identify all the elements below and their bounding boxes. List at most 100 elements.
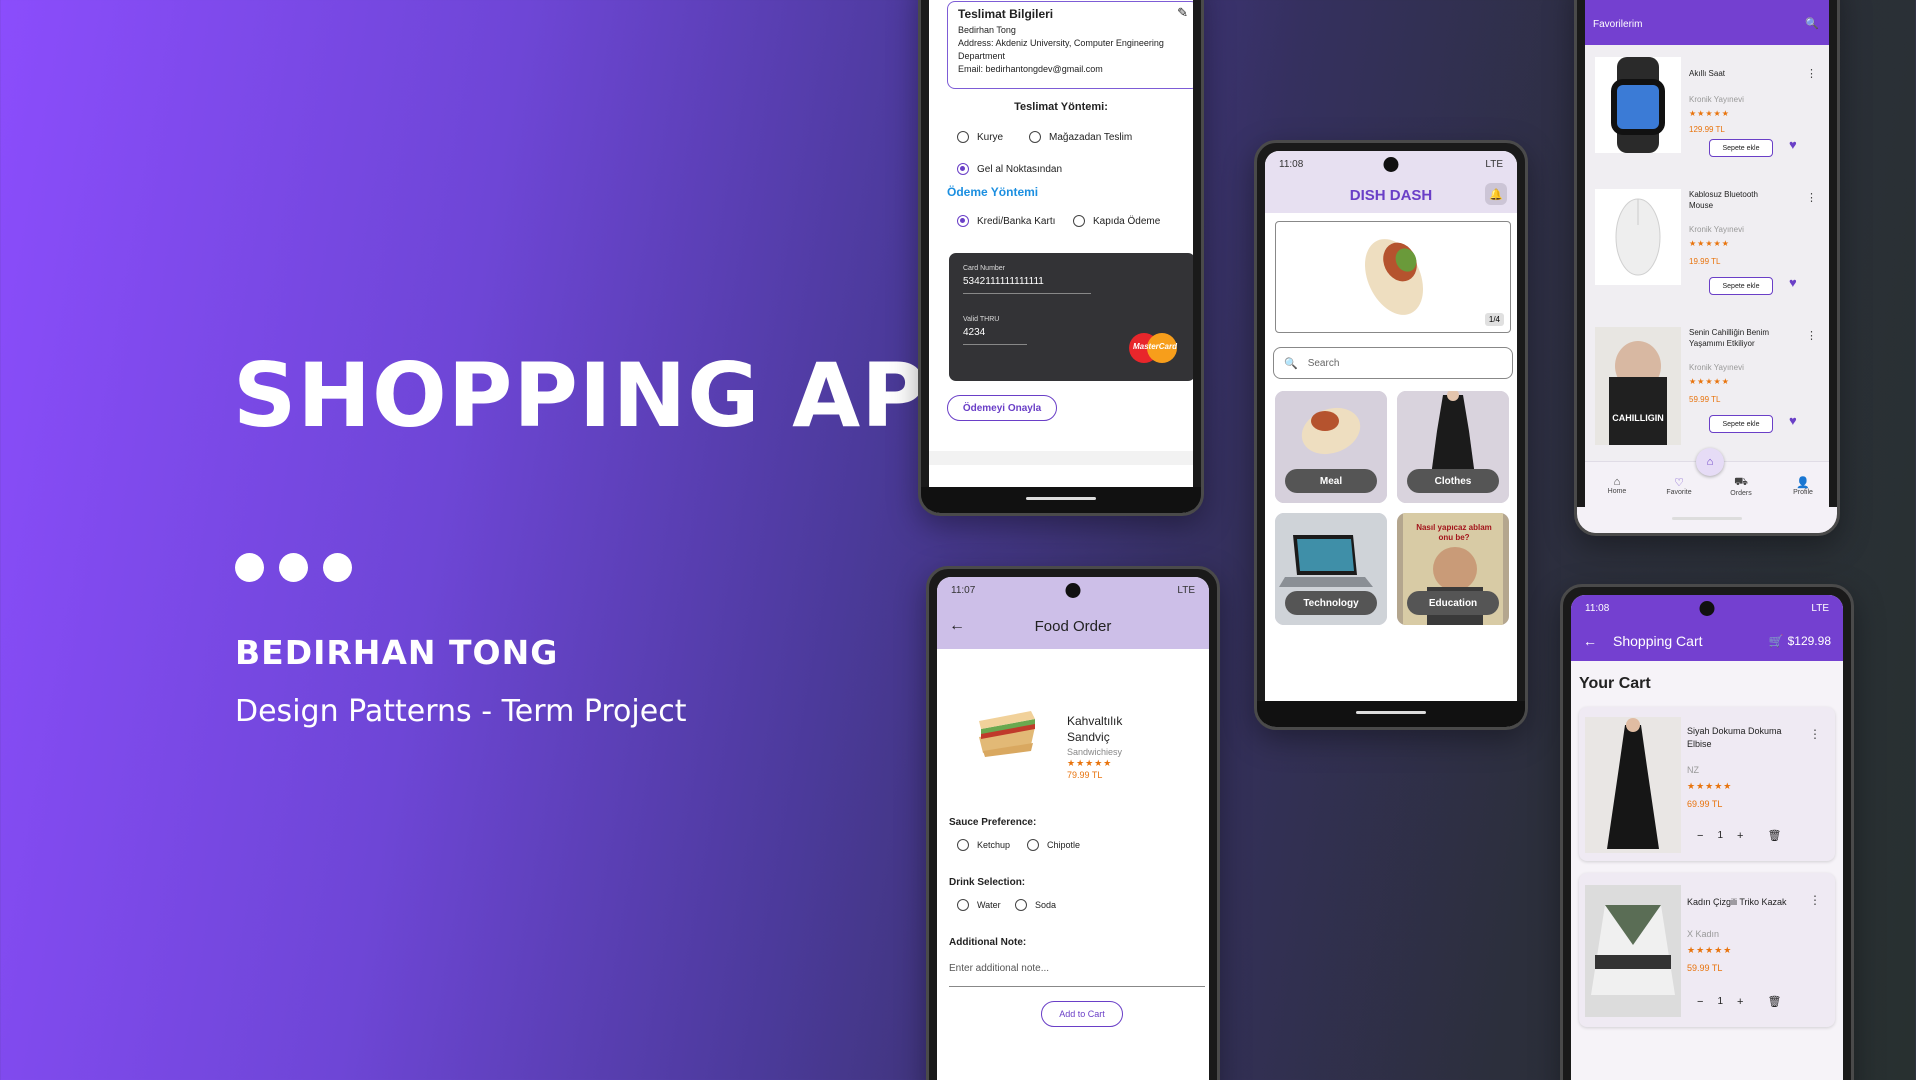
person-icon: 👤 <box>1796 477 1810 489</box>
search-placeholder: Search <box>1307 357 1340 369</box>
payment-option-card[interactable]: Kredi/Banka Kartı <box>957 215 1055 227</box>
page-title: Shopping Cart <box>1613 633 1703 649</box>
heart-icon[interactable]: ♥ <box>1789 137 1797 152</box>
item-price: 59.99 TL <box>1689 395 1721 404</box>
more-icon[interactable]: ⋮ <box>1809 893 1821 907</box>
drink-option-soda[interactable]: Soda <box>1015 899 1056 911</box>
edit-icon[interactable]: ✎ <box>1177 6 1188 19</box>
item-brand: X Kadın <box>1687 929 1720 939</box>
home-indicator <box>921 487 1201 513</box>
confirm-payment-button[interactable]: Ödemeyi Onayla <box>947 395 1057 421</box>
sauce-option-chipotle[interactable]: Chipotle <box>1027 839 1080 851</box>
app-bar: ← Food Order <box>937 603 1209 649</box>
back-arrow-icon[interactable]: ← <box>949 617 965 635</box>
bell-icon[interactable]: 🔔 <box>1485 183 1507 205</box>
food-order-screen: 11:07 LTE ← Food Order Kahvaltılık Sandv… <box>937 577 1209 1080</box>
banner-carousel[interactable]: 1/4 <box>1275 221 1511 333</box>
add-to-cart-button[interactable]: Sepete ekle <box>1709 277 1773 295</box>
category-meal[interactable]: Meal <box>1275 391 1387 503</box>
quantity-stepper: − 1 + 🗑 <box>1697 829 1781 843</box>
payment-option-cash[interactable]: Kapıda Ödeme <box>1073 215 1160 227</box>
add-to-cart-button[interactable]: Sepete ekle <box>1709 415 1773 433</box>
smartwatch-image <box>1595 57 1681 153</box>
quantity-value: 1 <box>1717 996 1723 1007</box>
favorite-item[interactable]: Kablosuz Bluetooth Mouse Kronik Yayınevi… <box>1585 189 1829 319</box>
sauce-option-ketchup[interactable]: Ketchup <box>957 839 1010 851</box>
radio-selected-icon[interactable] <box>957 215 969 227</box>
radio-icon[interactable] <box>1073 215 1085 227</box>
card-number-field[interactable]: 5342111111111111 <box>963 276 1091 294</box>
radio-icon[interactable] <box>957 131 969 143</box>
minus-icon[interactable]: − <box>1697 996 1703 1008</box>
sweater-image <box>1585 885 1681 1017</box>
app-title: DISH DASH <box>1349 186 1433 204</box>
drink-option-water[interactable]: Water <box>957 899 1001 911</box>
cart-heading: Your Cart <box>1579 675 1651 692</box>
plus-icon[interactable]: + <box>1737 830 1743 842</box>
status-time: 11:08 <box>1279 158 1304 170</box>
dots-decoration <box>235 553 352 582</box>
item-brand: Kronik Yayınevi <box>1689 363 1744 372</box>
radio-icon[interactable] <box>1027 839 1039 851</box>
status-time: 11:08 <box>1585 602 1610 614</box>
search-icon[interactable]: 🔍 <box>1805 17 1819 30</box>
note-input[interactable]: Enter additional note... <box>949 953 1205 987</box>
cart-item[interactable]: Kadın Çizgili Triko Kazak ⋮ X Kadın ★★★★… <box>1579 873 1835 1027</box>
category-clothes[interactable]: Clothes <box>1397 391 1509 503</box>
more-icon[interactable]: ⋮ <box>1806 329 1817 342</box>
home-icon: ⌂ <box>1613 476 1621 488</box>
back-arrow-icon[interactable]: ← <box>1583 633 1597 649</box>
category-technology[interactable]: Technology <box>1275 513 1387 625</box>
app-bar: ← Shopping Cart 🛒 $129.98 <box>1571 621 1843 661</box>
nav-home[interactable]: ⌂ Home <box>1599 476 1635 495</box>
rating-stars: ★★★★★ <box>1689 239 1730 248</box>
phone-favorites: Favorilerim 🔍 Akıllı Saat Kronik Yayınev… <box>1574 0 1840 536</box>
wrap-image <box>1364 239 1424 315</box>
nav-orders[interactable]: ⛟ Orders <box>1723 476 1759 497</box>
radio-icon[interactable] <box>1029 131 1041 143</box>
app-bar: Favorilerim 🔍 <box>1585 0 1829 45</box>
cart-item[interactable]: Siyah Dokuma Dokuma Elbise ⋮ NZ ★★★★★ 69… <box>1579 707 1835 861</box>
product-price: 79.99 TL <box>1067 770 1103 780</box>
heart-icon[interactable]: ♥ <box>1789 413 1797 428</box>
add-to-cart-button[interactable]: Add to Cart <box>1041 1001 1123 1027</box>
more-icon[interactable]: ⋮ <box>1806 67 1817 80</box>
radio-icon[interactable] <box>1015 899 1027 911</box>
nav-profile[interactable]: 👤 Profile <box>1785 476 1821 496</box>
category-education[interactable]: Nasıl yapıcaz ablam onu be? Education <box>1397 513 1509 625</box>
delivery-option-pickup[interactable]: Gel al Noktasından <box>957 163 1062 175</box>
delivery-option-store[interactable]: Mağazadan Teslim <box>1029 131 1132 143</box>
favorite-item[interactable]: CAHILLIGIN Senin Cahilliğin Benim Yaşamı… <box>1585 327 1829 447</box>
note-placeholder: Enter additional note... <box>949 963 1050 974</box>
payment-heading: Ödeme Yöntemi <box>947 185 1039 199</box>
camera-cutout <box>1699 601 1715 616</box>
address-email: Email: bedirhantongdev@gmail.com <box>958 64 1103 74</box>
note-label: Additional Note: <box>949 937 1027 948</box>
minus-icon[interactable]: − <box>1697 830 1703 842</box>
address-card[interactable]: Teslimat Bilgileri Bedirhan Tong Address… <box>947 1 1193 89</box>
trash-icon[interactable]: 🗑 <box>1767 995 1781 1008</box>
radio-icon[interactable] <box>957 839 969 851</box>
valid-field[interactable]: 4234 <box>963 327 1027 345</box>
camera-cutout <box>1065 583 1081 598</box>
delivery-option-kurye[interactable]: Kurye <box>957 131 1003 143</box>
fab-home-button[interactable]: ⌂ <box>1696 448 1724 476</box>
nav-favorite[interactable]: ♡ Favorite <box>1661 476 1697 496</box>
search-input[interactable]: 🔍 Search <box>1273 347 1513 379</box>
valid-label: Valid THRU <box>963 316 1000 323</box>
delivery-heading: Teslimat Yöntemi: <box>1014 101 1108 113</box>
cart-icon[interactable]: 🛒 <box>1769 634 1784 648</box>
heart-icon[interactable]: ♥ <box>1789 275 1797 290</box>
drink-label: Drink Selection: <box>949 877 1026 888</box>
add-to-cart-button[interactable]: Sepete ekle <box>1709 139 1773 157</box>
dress-image <box>1585 717 1681 853</box>
radio-selected-icon[interactable] <box>957 163 969 175</box>
favorite-item[interactable]: Akıllı Saat Kronik Yayınevi ★★★★★ 129.99… <box>1585 51 1829 181</box>
plus-icon[interactable]: + <box>1737 996 1743 1008</box>
heart-outline-icon: ♡ <box>1674 477 1684 489</box>
more-icon[interactable]: ⋮ <box>1806 191 1817 204</box>
trash-icon[interactable]: 🗑 <box>1767 829 1781 842</box>
radio-icon[interactable] <box>957 899 969 911</box>
cart-screen: 11:08 LTE ← Shopping Cart 🛒 $129.98 Your… <box>1571 595 1843 1080</box>
more-icon[interactable]: ⋮ <box>1809 727 1821 741</box>
